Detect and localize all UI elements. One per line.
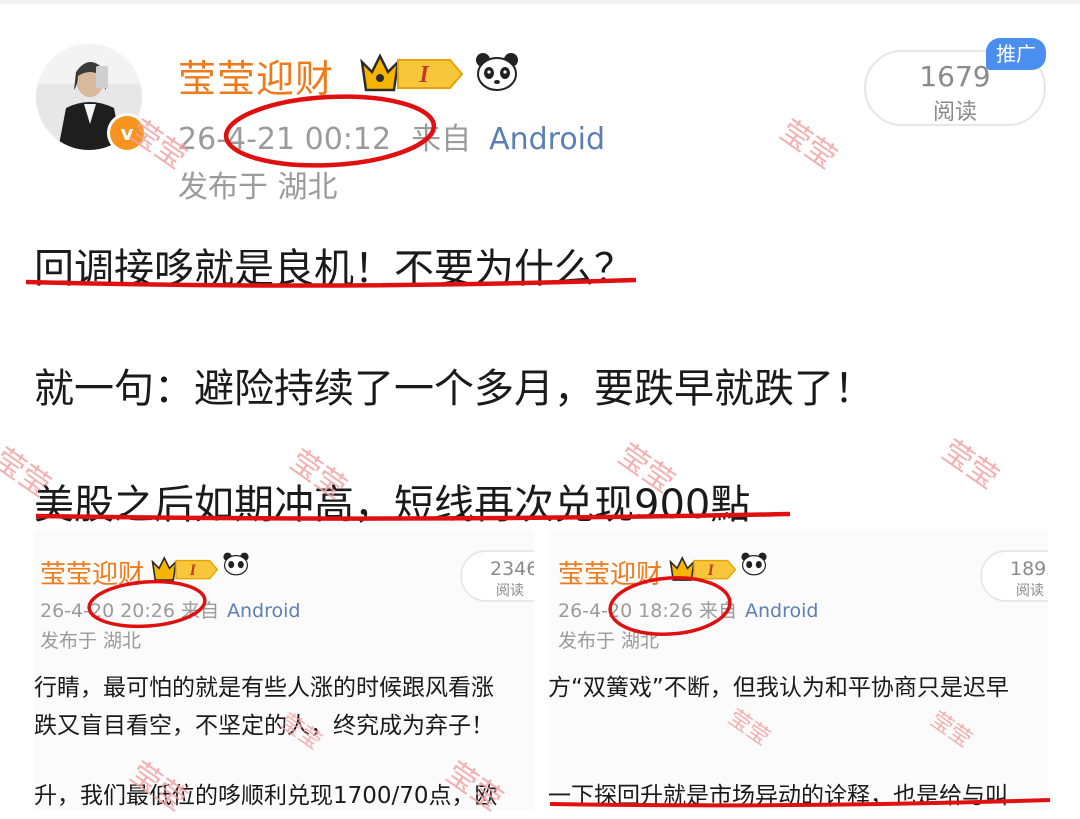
red-annotation-layer <box>25 94 1051 808</box>
underline-right-screenshot <box>549 798 1051 808</box>
circle-annotation-right-time <box>608 576 732 636</box>
circle-annotation-main-time <box>223 94 437 168</box>
underline-paragraph-3 <box>35 511 791 521</box>
underline-paragraph-1 <box>25 277 637 288</box>
circle-annotation-left-time <box>87 579 207 629</box>
